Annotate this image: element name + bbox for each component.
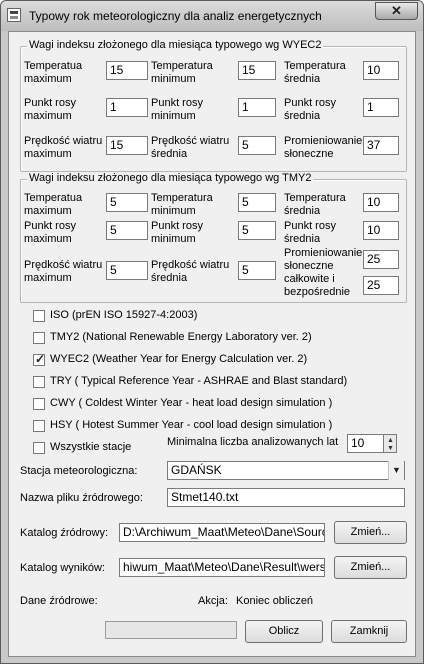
chevron-down-icon[interactable]: ▼ [388,461,404,480]
spin-down-icon[interactable]: ▼ [387,445,394,452]
min-years-spinner[interactable]: ▲ ▼ [383,434,397,453]
wyec2-solar-label: Promieniowanie słoneczne [284,135,363,160]
station-label: Stacja meteorologiczna: [20,465,138,477]
close-window-button[interactable]: ✕ [375,2,418,20]
wyec2-temp-avg-field[interactable]: 10 [363,61,399,80]
wyec2-wind-max-label: Prędkość wiatru maximum [24,135,103,160]
wyec2-dew-min-label: Punkt rosy minimum [151,97,203,122]
change-source-dir-button[interactable]: Zmień... [334,521,407,544]
tmy2-temp-min-label: Temperatura minimum [151,192,213,217]
dialog-client-area: Wagi indeksu złożonego dla miesiąca typo… [8,31,416,657]
wyec2-solar-field[interactable]: 37 [363,136,399,155]
wyec2-wind-avg-field[interactable]: 5 [238,136,276,155]
source-dir-field[interactable]: D:\Archiwum_Maat\Meteo\Dane\Source [119,523,325,542]
try-option-label: TRY ( Typical Reference Year - ASHRAE an… [50,375,348,387]
close-button[interactable]: Zamknij [331,620,407,643]
tmy2-temp-avg-field[interactable]: 10 [363,193,399,212]
title-bar: Typowy rok meteorologiczny dla analiz en… [1,1,423,31]
wyec2-temp-max-label: Temperatua maximum [24,60,83,85]
window-title: Typowy rok meteorologiczny dla analiz en… [29,9,322,23]
tmy2-dew-avg-field[interactable]: 10 [363,221,399,240]
tmy2-solar-direct-field[interactable]: 25 [363,276,399,295]
change-result-dir-button[interactable]: Zmień... [334,556,407,579]
wyec2-dew-avg-label: Punkt rosy średnia [284,97,336,122]
tmy2-dew-max-label: Punkt rosy maximum [24,220,76,245]
tmy2-wind-avg-field[interactable]: 5 [238,261,276,280]
station-select[interactable]: GDAŃSK [167,461,405,480]
hsy-option-label: HSY ( Hotest Summer Year - cool load des… [50,419,333,431]
tmy2-dew-avg-label: Punkt rosy średnia [284,220,336,245]
tmy2-temp-max-label: Temperatua maximum [24,192,83,217]
wyec2-dew-max-label: Punkt rosy maximum [24,97,76,122]
wyec2-temp-avg-label: Temperatura średnia [284,60,346,85]
tmy2-temp-avg-label: Temperatura średnia [284,192,346,217]
station-value: GDAŃSK [171,463,222,477]
source-data-label: Dane źródrowe: [20,595,98,607]
action-value: Koniec obliczeń [236,595,314,607]
wyec2-wind-max-field[interactable]: 15 [106,136,148,155]
iso-option-label: ISO (prEN ISO 15927-4:2003) [50,309,198,321]
tmy2-wind-max-label: Prędkość wiatru maximum [24,259,103,284]
try-checkbox[interactable] [33,376,45,388]
result-dir-label: Katalog wyników: [20,562,105,574]
wyec2-option-label: WYEC2 (Weather Year for Energy Calculati… [50,353,308,365]
tmy2-wind-max-field[interactable]: 5 [106,261,148,280]
wyec2-temp-max-field[interactable]: 15 [106,61,148,80]
tmy2-wind-avg-label: Prędkość wiatru średnia [151,259,230,284]
min-years-field[interactable]: 10 [347,434,385,453]
wyec2-temp-min-label: Temperatura minimum [151,60,213,85]
action-label: Akcja: [198,595,228,607]
tmy2-solar-label: Promieniowanie słoneczne całkowite i bez… [284,247,363,298]
compute-button[interactable]: Oblicz [245,620,323,643]
app-icon [7,8,21,22]
tmy2-dew-max-field[interactable]: 5 [106,221,148,240]
tmy2-temp-max-field[interactable]: 5 [106,193,148,212]
tmy2-dew-min-label: Punkt rosy minimum [151,220,203,245]
wyec2-weights-group: Wagi indeksu złożonego dla miesiąca typo… [20,39,407,172]
dialog-window: Typowy rok meteorologiczny dla analiz en… [0,0,424,664]
tmy2-solar-total-field[interactable]: 25 [363,250,399,269]
wyec2-dew-avg-field[interactable]: 1 [363,98,399,117]
wyec2-dew-max-field[interactable]: 1 [106,98,148,117]
wyec2-temp-min-field[interactable]: 15 [238,61,276,80]
min-years-label: Minimalna liczba analizowanych lat [167,436,339,448]
progress-bar [105,621,237,639]
source-file-field[interactable]: Stmet140.txt [167,488,405,507]
hsy-checkbox[interactable] [33,420,45,432]
all-stations-checkbox[interactable] [33,442,45,454]
spin-up-icon[interactable]: ▲ [387,437,394,444]
wyec2-group-title: Wagi indeksu złożonego dla miesiąca typo… [27,39,324,51]
tmy2-temp-min-field[interactable]: 5 [238,193,276,212]
source-file-label: Nazwa pliku źródrowego: [20,492,143,504]
result-dir-field[interactable]: hiwum_Maat\Meteo\Dane\Result\wersja1 [119,558,325,577]
source-dir-label: Katalog źródrowy: [20,527,109,539]
cwy-checkbox[interactable] [33,398,45,410]
wyec2-wind-avg-label: Prędkość wiatru średnia [151,135,230,160]
all-stations-label: Wszystkie stacje [50,441,132,453]
tmy2-group-title: Wagi indeksu złożonego dla miesiąca typo… [27,172,314,184]
tmy2-checkbox[interactable] [33,332,45,344]
wyec2-checkbox[interactable] [33,352,45,366]
tmy2-weights-group: Wagi indeksu złożonego dla miesiąca typo… [20,172,407,303]
tmy2-option-label: TMY2 (National Renewable Energy Laborato… [50,331,312,343]
tmy2-dew-min-field[interactable]: 5 [238,221,276,240]
cwy-option-label: CWY ( Coldest Winter Year - heat load de… [50,397,333,409]
iso-checkbox[interactable] [33,310,45,322]
wyec2-dew-min-field[interactable]: 1 [238,98,276,117]
